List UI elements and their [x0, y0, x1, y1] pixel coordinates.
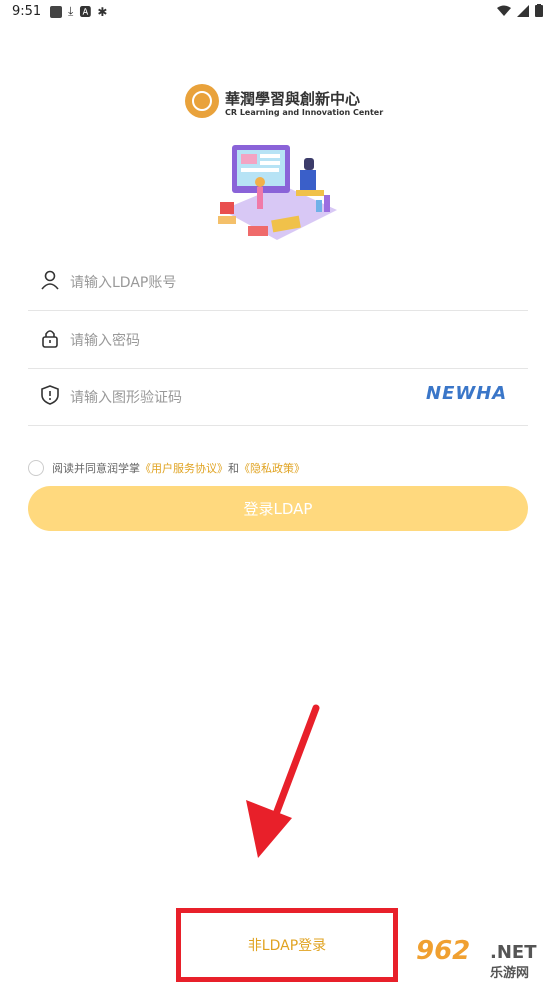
status-bar: 9:51 ⤓ 🅰 ✱	[0, 0, 555, 24]
watermark-net: .NET	[490, 942, 537, 963]
user-icon	[41, 270, 59, 290]
watermark-site-name: 乐游网	[490, 966, 530, 981]
agreement-prefix: 阅读并同意润学掌	[52, 462, 140, 475]
a-icon: 🅰	[79, 5, 92, 19]
wifi-icon	[497, 5, 511, 16]
privacy-policy-link[interactable]: 《隐私政策》	[239, 460, 305, 476]
download-icon: ⤓	[68, 4, 74, 18]
captcha-image[interactable]: NEWHA	[426, 383, 522, 413]
signal-icon	[517, 4, 529, 17]
login-illustration	[218, 145, 337, 240]
captcha-field: NEWHA	[28, 369, 528, 426]
logo-mark-icon	[185, 84, 219, 118]
status-time: 9:51	[12, 4, 42, 19]
logo-english-name: CR Learning and Innovation Center	[225, 108, 384, 117]
brand-logo: 華潤學習與創新中心 CR Learning and Innovation Cen…	[185, 84, 383, 120]
agreement-and: 和	[228, 462, 239, 475]
password-input[interactable]	[68, 324, 432, 358]
login-ldap-button[interactable]: 登录LDAP	[28, 486, 528, 531]
app-icon: ✱	[97, 4, 108, 19]
app-notification-icon	[50, 5, 62, 18]
battery-icon	[535, 4, 543, 17]
username-field	[28, 254, 528, 311]
shield-icon	[41, 385, 59, 405]
captcha-input[interactable]	[68, 381, 432, 415]
notification-icons: ⤓ 🅰 ✱	[50, 3, 107, 20]
agreement-row: 阅读并同意润学掌 《用户服务协议》 和 《隐私政策》	[28, 458, 305, 478]
username-input[interactable]	[68, 266, 432, 300]
logo-chinese-name: 華潤學習與創新中心	[225, 90, 361, 108]
user-agreement-link[interactable]: 《用户服务协议》	[140, 460, 228, 476]
system-icons	[497, 4, 543, 17]
password-field	[28, 312, 528, 369]
site-watermark: 962 .NET 乐游网	[416, 936, 550, 982]
agreement-checkbox[interactable]	[28, 460, 44, 476]
non-ldap-login-link[interactable]: 非LDAP登录	[176, 908, 398, 982]
lock-icon	[42, 330, 58, 348]
annotation-arrow	[246, 704, 320, 858]
watermark-number: 962	[416, 936, 471, 966]
